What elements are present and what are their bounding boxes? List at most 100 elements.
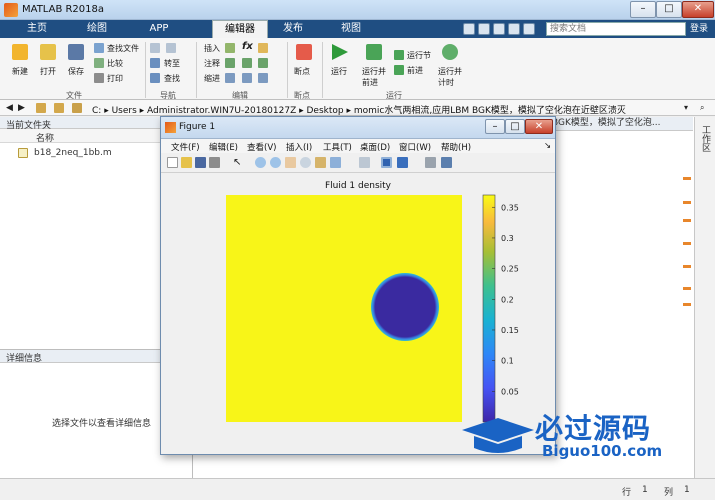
brush-icon[interactable] (330, 157, 341, 168)
login-link[interactable]: 登录 (686, 20, 712, 38)
workspace-label[interactable]: 工作区 (699, 125, 712, 152)
tab-plots[interactable]: 绘图 (72, 20, 122, 38)
run-button[interactable]: 运行 (331, 66, 347, 77)
insert-section-icon[interactable] (225, 43, 235, 53)
run-icon (332, 44, 348, 60)
comment-button[interactable]: 注释 (204, 58, 220, 69)
data-cursor-icon[interactable] (315, 157, 326, 168)
advance-icon (394, 65, 404, 75)
link-plot-icon[interactable] (359, 157, 370, 168)
run-advance-button[interactable]: 运行并 前进 (362, 66, 386, 88)
breakpoints-icon (296, 44, 312, 60)
figure-window[interactable]: Figure 1 – □ ✕ 文件(F) 编辑(E) 查看(V) 插入(I) 工… (160, 116, 556, 455)
open-file-icon[interactable] (181, 157, 192, 168)
zoom-out-icon[interactable] (270, 157, 281, 168)
zoom-in-icon[interactable] (255, 157, 266, 168)
menu-file[interactable]: 文件(F) (171, 141, 200, 153)
fx-button[interactable]: fx (242, 41, 253, 52)
new-button[interactable]: 新建 (12, 66, 28, 77)
find-button[interactable]: 查找 (164, 73, 180, 84)
path-segment[interactable]: C: (92, 106, 101, 116)
tab-editor[interactable]: 编辑器 (212, 20, 268, 38)
maximize-button[interactable]: □ (656, 1, 682, 18)
hide-plot-tools-icon[interactable] (425, 157, 436, 168)
increase-indent-icon[interactable] (242, 73, 252, 83)
new-figure-icon[interactable] (167, 157, 178, 168)
undo-quick-icon[interactable] (508, 23, 520, 35)
breakpoints-button[interactable]: 断点 (294, 66, 310, 77)
rotate-3d-icon[interactable] (300, 157, 311, 168)
menu-tools[interactable]: 工具(T) (323, 141, 352, 153)
advance-button[interactable]: 前进 (407, 65, 423, 76)
open-button[interactable]: 打开 (40, 66, 56, 77)
pointer-icon[interactable]: ↖ (233, 157, 244, 168)
print-button[interactable]: 打印 (107, 73, 123, 84)
colorbar-icon[interactable] (381, 157, 392, 168)
minimize-button[interactable]: – (630, 1, 656, 18)
tab-apps[interactable]: APP (134, 20, 184, 38)
legend-icon[interactable] (397, 157, 408, 168)
search-path-icon[interactable]: ⌕ (700, 103, 704, 113)
run-section-button[interactable]: 运行节 (407, 50, 431, 61)
menu-desktop[interactable]: 桌面(D) (360, 141, 390, 153)
figure-toolbar: ↖ (161, 153, 555, 173)
cut-quick-icon[interactable] (478, 23, 490, 35)
tab-publish[interactable]: 发布 (270, 20, 316, 38)
save-button[interactable]: 保存 (68, 66, 84, 77)
compare-icon (94, 58, 104, 68)
editor-marker (683, 219, 691, 222)
copy-quick-icon[interactable] (493, 23, 505, 35)
figure-maximize-button[interactable]: □ (505, 119, 525, 134)
menu-edit[interactable]: 编辑(E) (209, 141, 238, 153)
comment-percent-icon[interactable] (225, 58, 235, 68)
run-and-time-button[interactable]: 运行并 计时 (438, 66, 462, 88)
tab-home[interactable]: 主页 (12, 20, 62, 38)
find-files-button[interactable]: 查找文件 (107, 43, 139, 54)
wrap-comments-icon[interactable] (258, 58, 268, 68)
help-quick-icon[interactable] (523, 23, 535, 35)
path-dropdown-icon[interactable]: ▾ (684, 103, 688, 112)
menu-window[interactable]: 窗口(W) (399, 141, 431, 153)
colorbar-tick-label: 0.25 (501, 265, 519, 274)
path-segment[interactable]: Users (112, 106, 137, 116)
back-nav-icon[interactable] (150, 43, 160, 53)
ribbon-tabbar: 主页 绘图 APP 编辑器 发布 视图 搜索文档 登录 (0, 20, 715, 38)
figure-close-button[interactable]: ✕ (525, 119, 553, 134)
menu-view[interactable]: 查看(V) (247, 141, 276, 153)
path-segment[interactable]: momic水气两相流,应用LBM BGK模型，模拟了空化泡在近壁区溃灭 (354, 106, 626, 116)
figure-titlebar[interactable]: Figure 1 – □ ✕ (161, 117, 555, 139)
indent-button[interactable]: 缩进 (204, 73, 220, 84)
forward-arrow-icon[interactable]: ▶ (18, 103, 25, 113)
editor-marker (683, 265, 691, 268)
up-folder-icon[interactable] (36, 103, 46, 113)
goto-button[interactable]: 转至 (164, 58, 180, 69)
back-arrow-icon[interactable]: ◀ (6, 103, 13, 113)
search-docs-input[interactable]: 搜索文档 (546, 22, 686, 36)
menu-dock-arrow-icon[interactable]: ↘ (544, 141, 551, 151)
decrease-indent-icon[interactable] (258, 73, 268, 83)
insert-button[interactable]: 插入 (204, 43, 220, 54)
tab-view[interactable]: 视图 (328, 20, 374, 38)
row-value: 1 (642, 485, 648, 495)
forward-nav-icon[interactable] (166, 43, 176, 53)
insert-menu-icon[interactable] (258, 43, 268, 53)
menu-insert[interactable]: 插入(I) (286, 141, 312, 153)
figure-minimize-button[interactable]: – (485, 119, 505, 134)
close-button[interactable]: ✕ (682, 1, 714, 18)
show-plot-tools-icon[interactable] (441, 157, 452, 168)
bubble-region (371, 273, 439, 341)
browse-folder-icon[interactable] (54, 103, 64, 113)
path-segment[interactable]: Desktop (307, 106, 344, 116)
print-figure-icon[interactable] (209, 157, 220, 168)
current-path[interactable]: C: ▸ Users ▸ Administrator.WIN7U-2018012… (92, 103, 626, 116)
save-icon (68, 44, 84, 60)
save-quick-icon[interactable] (463, 23, 475, 35)
pan-hand-icon[interactable] (285, 157, 296, 168)
uncomment-icon[interactable] (242, 58, 252, 68)
compare-button[interactable]: 比较 (107, 58, 123, 69)
path-segment[interactable]: Administrator.WIN7U-20180127Z (147, 106, 296, 116)
save-figure-icon[interactable] (195, 157, 206, 168)
ribbon-panel: 新建 打开 保存 查找文件 比较 打印 文件 转至 查找 导航 插入 注释 缩进… (0, 38, 715, 100)
menu-help[interactable]: 帮助(H) (441, 141, 471, 153)
smart-indent-icon[interactable] (225, 73, 235, 83)
